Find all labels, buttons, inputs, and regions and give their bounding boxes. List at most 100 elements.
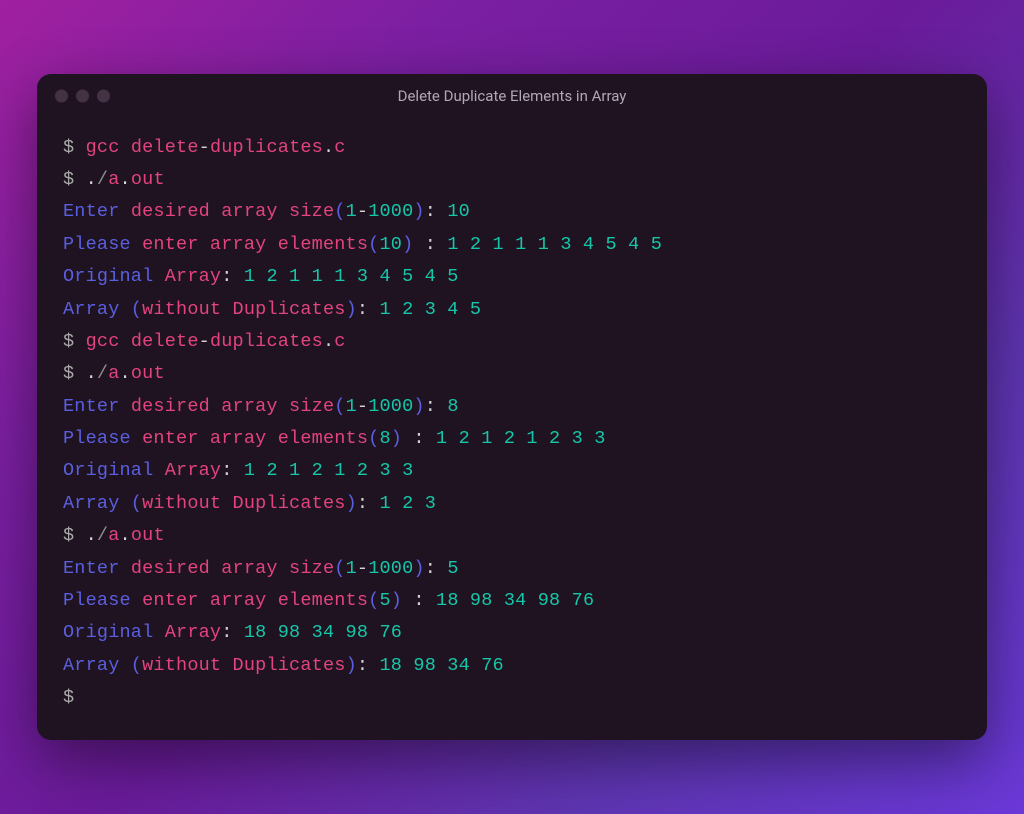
terminal-body[interactable]: $ gcc delete-duplicates.c$ ./a.outEnter … <box>37 118 987 741</box>
terminal-token: c <box>334 137 345 158</box>
terminal-token: : <box>221 266 244 287</box>
terminal-token: 18 98 34 98 76 <box>436 590 594 611</box>
terminal-token: 18 98 34 76 <box>379 655 503 676</box>
terminal-line: Please enter array elements(10) : 1 2 1 … <box>63 229 961 261</box>
traffic-lights <box>55 89 110 102</box>
terminal-token: Enter <box>63 558 131 579</box>
terminal-token: ) <box>346 655 357 676</box>
terminal-line: $ ./a.out <box>63 520 961 552</box>
terminal-token: ) <box>346 299 357 320</box>
terminal-token: ( <box>334 396 345 417</box>
minimize-icon[interactable] <box>76 89 89 102</box>
terminal-token: ( <box>368 590 379 611</box>
terminal-token: c <box>334 331 345 352</box>
terminal-token: ( <box>368 428 379 449</box>
terminal-token: out <box>131 169 165 190</box>
terminal-token: out <box>131 363 165 384</box>
terminal-token: : <box>357 493 380 514</box>
terminal-token: Array ( <box>63 655 142 676</box>
terminal-token: ( <box>334 558 345 579</box>
terminal-token: - <box>199 137 210 158</box>
terminal-line: Please enter array elements(8) : 1 2 1 2… <box>63 423 961 455</box>
terminal-token: 5 <box>447 558 458 579</box>
terminal-token: 8 <box>447 396 458 417</box>
terminal-token: 1 <box>346 396 357 417</box>
terminal-token: : <box>425 201 448 222</box>
terminal-token: ) <box>402 234 425 255</box>
terminal-token: ( <box>334 201 345 222</box>
terminal-line: $ ./a.out <box>63 358 961 390</box>
terminal-token: $ <box>63 525 86 546</box>
terminal-line: $ gcc delete-duplicates.c <box>63 132 961 164</box>
terminal-token: Original <box>63 622 165 643</box>
terminal-token: ) <box>391 428 414 449</box>
terminal-token: enter array elements <box>142 234 368 255</box>
window-titlebar: Delete Duplicate Elements in Array <box>37 74 987 118</box>
terminal-token: a <box>108 169 119 190</box>
terminal-token: - <box>357 396 368 417</box>
terminal-token: ) <box>346 493 357 514</box>
terminal-token: - <box>357 201 368 222</box>
terminal-token: gcc delete <box>86 137 199 158</box>
terminal-token: gcc delete <box>86 331 199 352</box>
terminal-token: desired array size <box>131 396 334 417</box>
terminal-token: 1 2 3 4 5 <box>379 299 481 320</box>
terminal-token: Array ( <box>63 299 142 320</box>
terminal-token: $ <box>63 169 86 190</box>
terminal-token: : <box>425 558 448 579</box>
terminal-token: : <box>413 428 436 449</box>
terminal-line: Array (without Duplicates): 1 2 3 <box>63 488 961 520</box>
terminal-line: Original Array: 1 2 1 1 1 3 4 5 4 5 <box>63 261 961 293</box>
terminal-token: desired array size <box>131 201 334 222</box>
terminal-token: Please <box>63 234 142 255</box>
terminal-token: a <box>108 363 119 384</box>
terminal-token: 1000 <box>368 396 413 417</box>
terminal-token: 8 <box>379 428 390 449</box>
terminal-token: 1 <box>346 201 357 222</box>
terminal-token: . <box>120 525 131 546</box>
terminal-token: Please <box>63 590 142 611</box>
terminal-token: . <box>323 331 334 352</box>
terminal-token: 5 <box>379 590 390 611</box>
terminal-token: : <box>357 655 380 676</box>
terminal-token: ) <box>413 558 424 579</box>
terminal-token: 1000 <box>368 558 413 579</box>
terminal-token: 1 2 1 1 1 3 4 5 4 5 <box>447 234 662 255</box>
terminal-line: Original Array: 1 2 1 2 1 2 3 3 <box>63 455 961 487</box>
terminal-line: Enter desired array size(1-1000): 8 <box>63 391 961 423</box>
terminal-token: Array <box>165 460 222 481</box>
terminal-token: enter array elements <box>142 428 368 449</box>
terminal-token: Enter <box>63 396 131 417</box>
terminal-token: out <box>131 525 165 546</box>
terminal-token: desired array size <box>131 558 334 579</box>
terminal-token: / <box>97 525 108 546</box>
terminal-token: $ <box>63 687 86 708</box>
terminal-token: . <box>86 169 97 190</box>
terminal-token: enter array elements <box>142 590 368 611</box>
terminal-token: without Duplicates <box>142 655 345 676</box>
terminal-token: $ <box>63 363 86 384</box>
terminal-token: Array ( <box>63 493 142 514</box>
terminal-token: 1000 <box>368 201 413 222</box>
window-title: Delete Duplicate Elements in Array <box>53 87 971 105</box>
terminal-line: $ ./a.out <box>63 164 961 196</box>
terminal-line: Enter desired array size(1-1000): 5 <box>63 553 961 585</box>
terminal-token: 10 <box>379 234 402 255</box>
terminal-token: : <box>425 396 448 417</box>
maximize-icon[interactable] <box>97 89 110 102</box>
close-icon[interactable] <box>55 89 68 102</box>
terminal-line: $ <box>63 682 961 714</box>
terminal-token: $ <box>63 137 86 158</box>
terminal-token: : <box>357 299 380 320</box>
terminal-token: 10 <box>447 201 470 222</box>
terminal-token: 1 2 3 <box>379 493 436 514</box>
terminal-token: Original <box>63 266 165 287</box>
terminal-token: . <box>86 363 97 384</box>
terminal-token: : <box>425 234 448 255</box>
terminal-token: Original <box>63 460 165 481</box>
terminal-token: duplicates <box>210 137 323 158</box>
terminal-window: Delete Duplicate Elements in Array $ gcc… <box>37 74 987 741</box>
terminal-token: Array <box>165 622 222 643</box>
terminal-token: . <box>120 363 131 384</box>
terminal-token: 18 98 34 98 76 <box>244 622 402 643</box>
